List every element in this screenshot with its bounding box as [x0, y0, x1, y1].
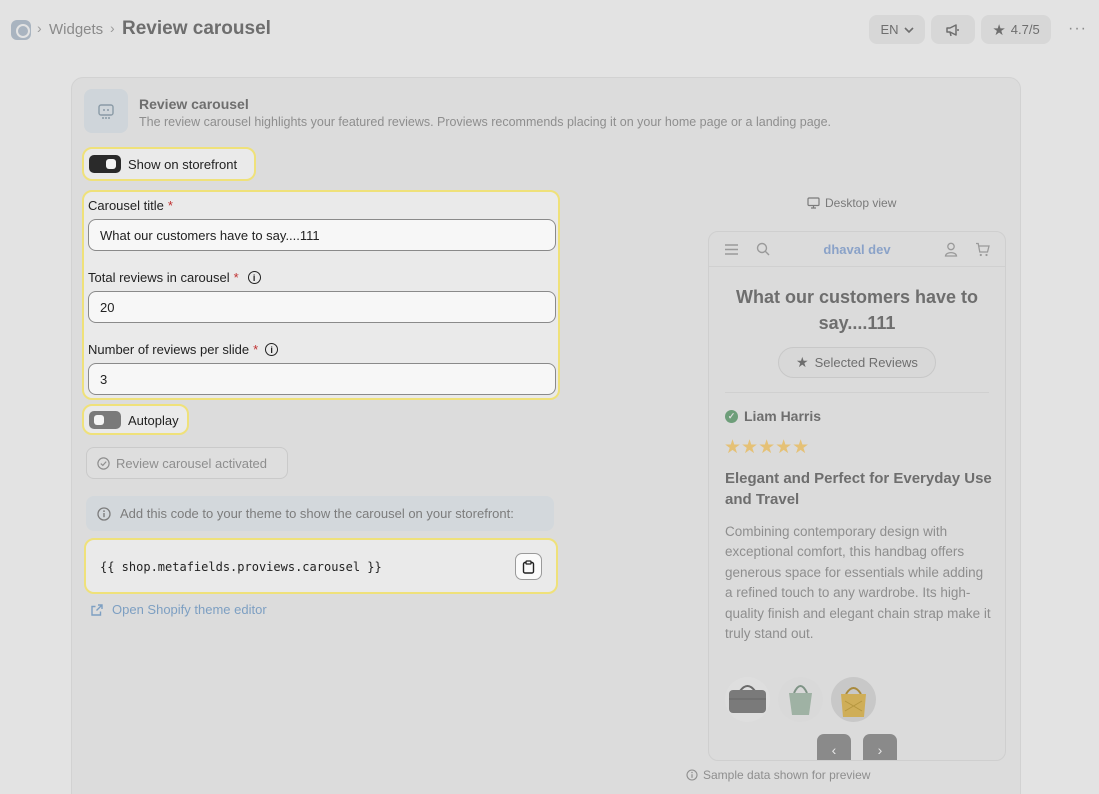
- reviews-per-slide-input[interactable]: 3: [88, 363, 556, 395]
- verified-check-icon: ✓: [725, 409, 738, 423]
- rating-value: 4.7/5: [1010, 22, 1040, 37]
- app-logo-icon[interactable]: [11, 20, 31, 40]
- review-photo-thumbnail[interactable]: [831, 677, 876, 722]
- carousel-title-input[interactable]: What our customers have to say....111: [88, 219, 556, 251]
- account-icon: [944, 242, 958, 257]
- install-code-notice-text: Add this code to your theme to show the …: [120, 506, 514, 521]
- card-title: Review carousel: [139, 96, 249, 112]
- show-on-storefront-toggle-row[interactable]: Show on storefront: [82, 147, 256, 181]
- page-title: Review carousel: [122, 18, 271, 39]
- preview-store-name: dhaval dev: [823, 242, 891, 257]
- megaphone-icon: [946, 23, 959, 36]
- review-body: Combining contemporary design with excep…: [725, 524, 991, 642]
- reviews-per-slide-label: Number of reviews per slide * i: [88, 342, 279, 357]
- language-select[interactable]: EN: [869, 15, 925, 44]
- announcements-button[interactable]: [931, 15, 975, 44]
- desktop-view-toggle[interactable]: Desktop view: [807, 196, 896, 210]
- required-marker: *: [233, 270, 239, 285]
- total-reviews-input[interactable]: 20: [88, 291, 556, 323]
- required-marker: *: [253, 342, 259, 357]
- carousel-activated-button[interactable]: Review carousel activated: [86, 447, 288, 479]
- sample-data-note: Sample data shown for preview: [686, 768, 870, 782]
- star-icon: ★: [796, 354, 809, 370]
- chevron-down-icon: [903, 26, 914, 33]
- carousel-prev-button[interactable]: ‹: [817, 734, 851, 760]
- reviewer-name: Liam Harris: [744, 408, 822, 424]
- copy-code-button[interactable]: [515, 553, 542, 580]
- cart-icon: [976, 242, 990, 257]
- info-icon: [686, 769, 698, 781]
- autoplay-toggle[interactable]: [89, 411, 121, 429]
- rating-stars: ★★★★★: [724, 437, 810, 458]
- sample-data-note-text: Sample data shown for preview: [703, 768, 871, 782]
- star-icon: ★: [992, 21, 1006, 39]
- total-reviews-label-text: Total reviews in carousel: [88, 270, 230, 285]
- more-options-icon[interactable]: ···: [1068, 20, 1087, 38]
- monitor-icon: [807, 197, 820, 209]
- preview-store-header: dhaval dev: [709, 232, 1005, 267]
- desktop-view-label: Desktop view: [825, 196, 897, 210]
- preview-divider: [725, 392, 989, 393]
- rating-button[interactable]: ★ 4.7/5: [981, 15, 1051, 44]
- breadcrumb-separator-icon: ›: [110, 20, 115, 36]
- reviewer-name-row: ✓ Liam Harris: [725, 408, 821, 424]
- review-photo-thumbnail[interactable]: [725, 677, 770, 722]
- info-icon[interactable]: i: [247, 271, 261, 284]
- clipboard-icon: [522, 559, 535, 574]
- open-theme-editor-label: Open Shopify theme editor: [112, 602, 267, 617]
- show-on-storefront-label: Show on storefront: [128, 157, 238, 172]
- language-value: EN: [880, 22, 899, 37]
- autoplay-label: Autoplay: [128, 413, 179, 428]
- total-reviews-label: Total reviews in carousel * i: [88, 270, 261, 285]
- code-snippet[interactable]: {{ shop.metafields.proviews.carousel }}: [100, 560, 382, 574]
- preview-carousel-title: What our customers have to say....111: [735, 287, 979, 333]
- breadcrumb-widgets[interactable]: Widgets: [49, 21, 103, 38]
- carousel-title-label: Carousel title *: [88, 198, 173, 213]
- autoplay-toggle-row[interactable]: Autoplay: [82, 404, 189, 435]
- show-on-storefront-toggle[interactable]: [89, 155, 121, 173]
- carousel-next-button[interactable]: ›: [863, 734, 897, 760]
- storefront-preview: dhaval dev What our customers have to sa…: [708, 231, 1006, 761]
- required-marker: *: [167, 198, 173, 213]
- carousel-activated-label: Review carousel activated: [116, 455, 268, 471]
- review-title: Elegant and Perfect for Everyday Use and…: [725, 470, 992, 508]
- install-code-notice: Add this code to your theme to show the …: [86, 496, 554, 531]
- info-icon[interactable]: i: [265, 343, 279, 356]
- open-theme-editor-link[interactable]: Open Shopify theme editor: [90, 602, 267, 617]
- breadcrumb-separator-icon: ›: [37, 20, 42, 36]
- check-circle-icon: [97, 456, 110, 470]
- review-photo-thumbnail[interactable]: [778, 677, 823, 722]
- top-bar: › Widgets › Review carousel EN ★ 4.7/5 ·…: [0, 0, 1099, 60]
- card-description: The review carousel highlights your feat…: [139, 115, 832, 129]
- info-icon: [97, 506, 111, 521]
- carousel-settings-group: Carousel title * What our customers have…: [82, 190, 560, 400]
- code-snippet-box: {{ shop.metafields.proviews.carousel }}: [84, 538, 558, 594]
- selected-reviews-badge: ★ Selected Reviews: [778, 347, 936, 378]
- external-link-icon: [91, 603, 103, 616]
- carousel-widget-icon: [84, 89, 128, 133]
- selected-reviews-label: Selected Reviews: [814, 355, 918, 370]
- carousel-title-label-text: Carousel title: [88, 198, 164, 213]
- review-carousel-card: Review carousel The review carousel high…: [71, 77, 1021, 794]
- reviews-per-slide-label-text: Number of reviews per slide: [88, 342, 250, 357]
